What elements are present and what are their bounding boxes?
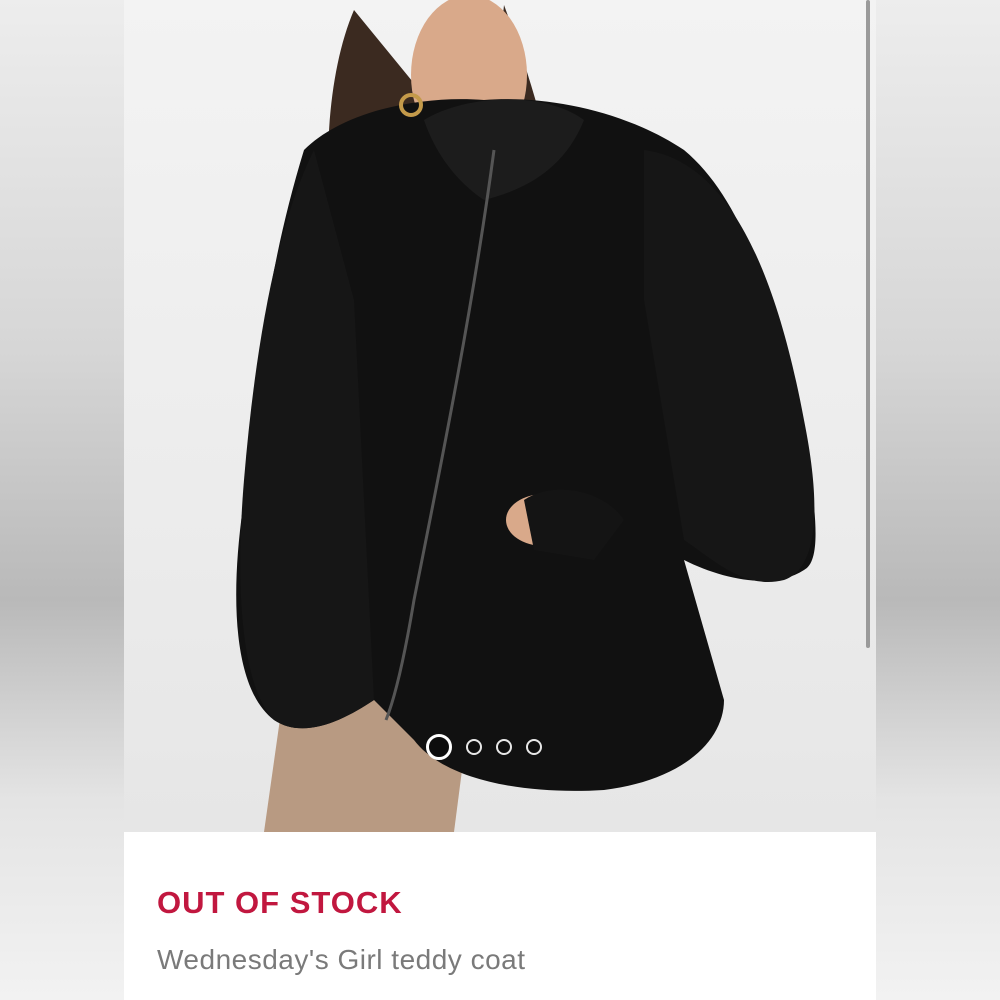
model-illustration [236, 0, 816, 832]
vertical-scrollbar[interactable] [866, 0, 870, 648]
carousel-dot-4[interactable] [526, 739, 542, 755]
product-title[interactable]: Wednesday's Girl teddy coat [157, 944, 526, 976]
carousel-dot-1[interactable] [426, 734, 452, 760]
product-image[interactable] [124, 0, 876, 832]
blurred-background-left [0, 0, 124, 1000]
blurred-background-right [876, 0, 1000, 1000]
carousel-indicators [426, 733, 542, 761]
carousel-dot-3[interactable] [496, 739, 512, 755]
carousel-dot-2[interactable] [466, 739, 482, 755]
product-card[interactable]: OUT OF STOCK Wednesday's Girl teddy coat [124, 0, 876, 1000]
stock-status-label: OUT OF STOCK [157, 885, 403, 920]
